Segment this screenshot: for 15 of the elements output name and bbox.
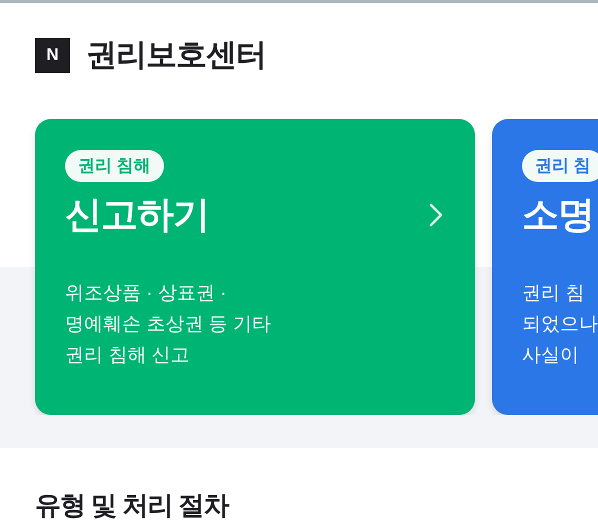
service-card[interactable]: 권리 침 소명 권리 침 되었으나 사실이 [492, 119, 598, 415]
card-description: 명예훼손 초상권 등 기타 [65, 313, 271, 337]
card-title: 소명 [522, 193, 594, 237]
card-description: 권리 침해 신고 [65, 344, 190, 368]
section-title: 유형 및 처리 절차 [35, 489, 230, 522]
card-description: 위조상품 · 상표권 · [65, 282, 226, 306]
page-title: 권리보호센터 [86, 36, 266, 74]
category-tag: 권리 침해 [65, 150, 164, 182]
card-description: 사실이 [522, 344, 579, 368]
service-card[interactable]: 권리 침해 신고하기 위조상품 · 상표권 · 명예훼손 초상권 등 기타 권리 침해 신고 [35, 119, 475, 415]
card-title: 신고하기 [65, 193, 209, 237]
card-description: 권리 침 [522, 282, 584, 306]
logo-icon: N [35, 38, 70, 72]
category-tag: 권리 침 [522, 150, 598, 182]
card-description: 되었으나 [522, 313, 598, 337]
